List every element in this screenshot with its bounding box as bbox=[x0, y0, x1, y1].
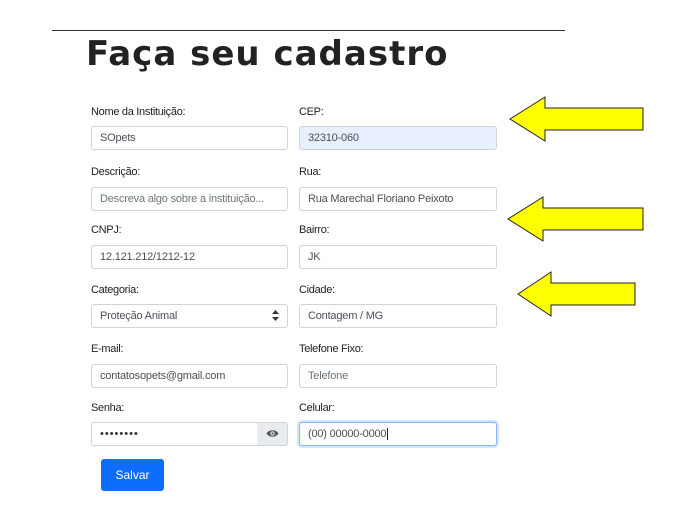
descricao-label: Descrição: bbox=[91, 166, 140, 178]
categoria-value: Proteção Animal bbox=[100, 310, 178, 322]
bairro-label: Bairro: bbox=[299, 224, 330, 236]
page-title: Faça seu cadastro bbox=[86, 34, 449, 74]
cnpj-label: CNPJ: bbox=[91, 224, 122, 236]
telefone-label: Telefone Fixo: bbox=[299, 343, 364, 355]
chevron-up-down-icon bbox=[272, 310, 279, 322]
bairro-value: JK bbox=[308, 251, 321, 263]
email-input[interactable]: contatosopets@gmail.com bbox=[91, 364, 288, 388]
nome-label: Nome da Instituição: bbox=[91, 106, 186, 118]
categoria-label: Categoria: bbox=[91, 284, 139, 296]
text-cursor bbox=[387, 428, 389, 440]
nome-input[interactable]: SOpets bbox=[91, 126, 288, 150]
cidade-value: Contagem / MG bbox=[308, 310, 384, 322]
telefone-placeholder: Telefone bbox=[308, 370, 348, 382]
telefone-input[interactable]: Telefone bbox=[299, 364, 497, 388]
senha-input[interactable]: •••••••• bbox=[91, 422, 258, 446]
cidade-label: Cidade: bbox=[299, 284, 335, 296]
celular-input[interactable]: (00) 00000-0000 bbox=[299, 422, 497, 446]
rua-label: Rua: bbox=[299, 166, 322, 178]
nome-value: SOpets bbox=[100, 132, 136, 144]
descricao-input[interactable]: Descreva algo sobre a instituição... bbox=[91, 187, 288, 211]
arrow-left-icon bbox=[517, 271, 636, 317]
descricao-placeholder: Descreva algo sobre a instituição... bbox=[100, 193, 264, 205]
cep-value: 32310-060 bbox=[308, 132, 359, 144]
bairro-input[interactable]: JK bbox=[299, 245, 497, 269]
save-button[interactable]: Salvar bbox=[101, 459, 164, 491]
toggle-password-button[interactable] bbox=[257, 422, 288, 446]
arrow-left-icon bbox=[507, 196, 644, 242]
celular-value: (00) 00000-0000 bbox=[308, 428, 387, 440]
categoria-select[interactable]: Proteção Animal bbox=[91, 304, 288, 328]
senha-label: Senha: bbox=[91, 402, 125, 414]
email-label: E-mail: bbox=[91, 343, 124, 355]
senha-value: •••••••• bbox=[100, 428, 139, 440]
cep-label: CEP: bbox=[299, 106, 324, 118]
cep-input[interactable]: 32310-060 bbox=[299, 126, 497, 150]
cnpj-value: 12.121.212/1212-12 bbox=[100, 251, 195, 263]
rua-value: Rua Marechal Floriano Peixoto bbox=[308, 193, 454, 205]
rua-input[interactable]: Rua Marechal Floriano Peixoto bbox=[299, 187, 497, 211]
top-divider bbox=[52, 30, 565, 31]
cidade-input[interactable]: Contagem / MG bbox=[299, 304, 497, 328]
eye-icon bbox=[266, 425, 279, 443]
cnpj-input[interactable]: 12.121.212/1212-12 bbox=[91, 245, 288, 269]
email-value: contatosopets@gmail.com bbox=[100, 370, 226, 382]
celular-label: Celular: bbox=[299, 402, 335, 414]
arrow-left-icon bbox=[509, 96, 644, 142]
